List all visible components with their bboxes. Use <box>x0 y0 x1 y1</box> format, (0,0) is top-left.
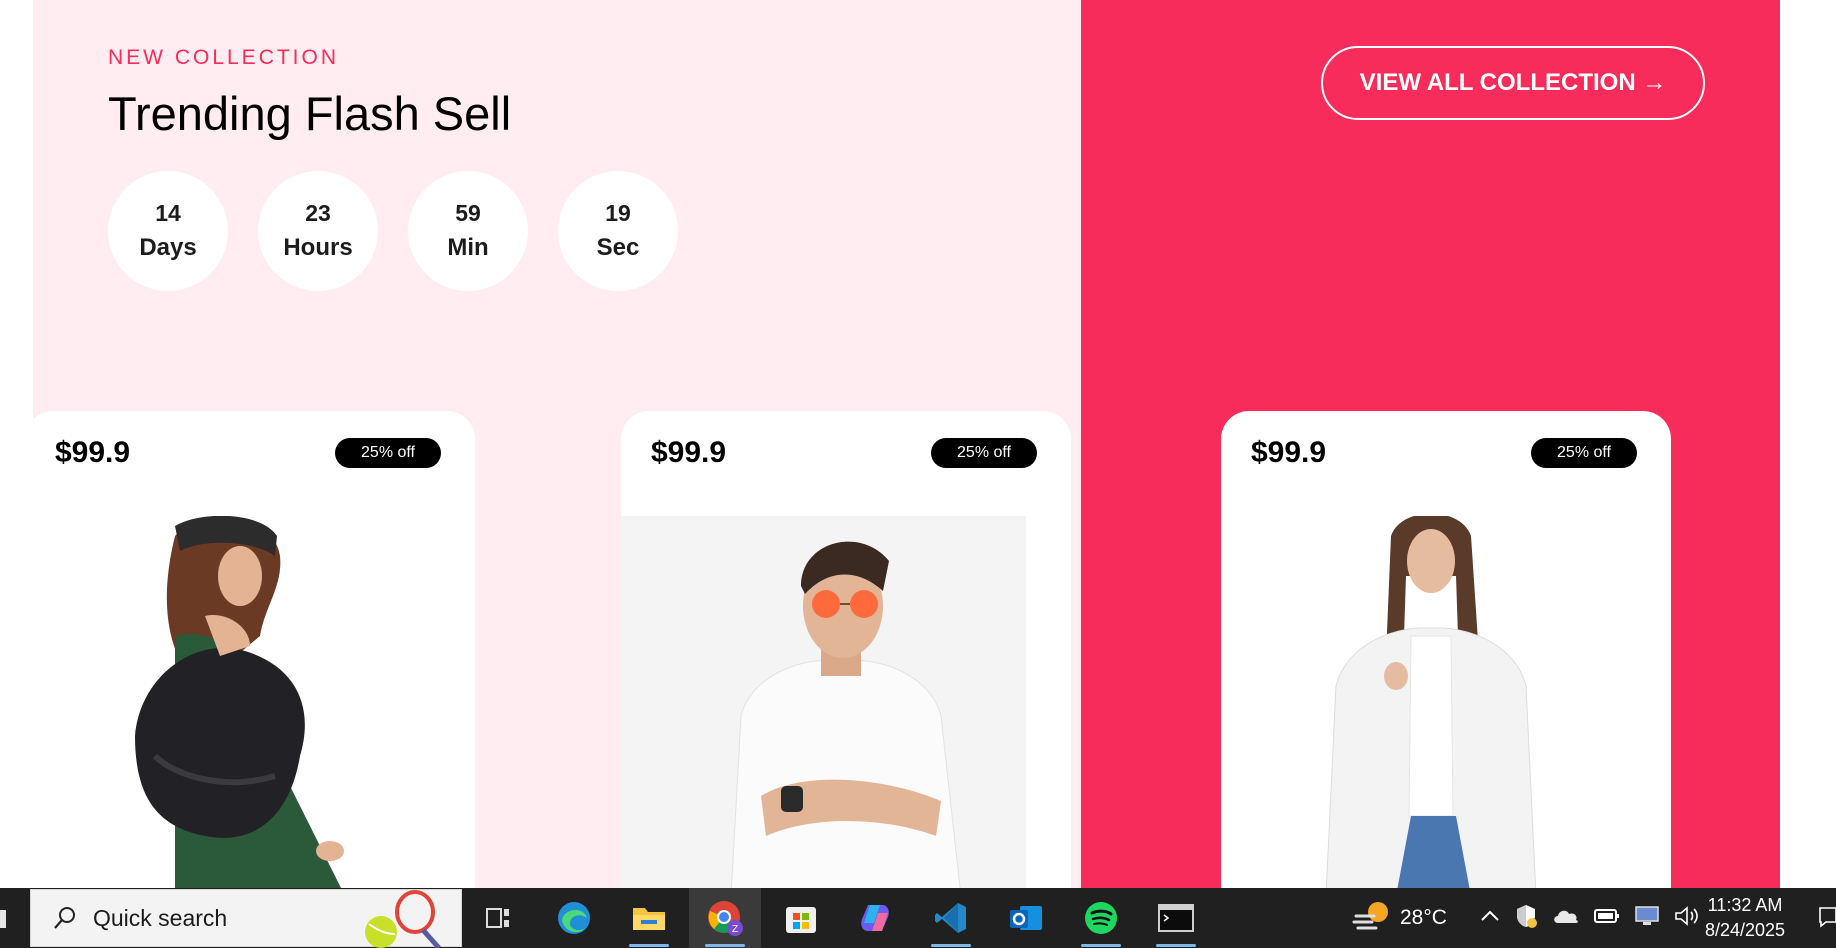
running-indicator <box>705 944 745 947</box>
windows-taskbar: Quick search Z 28°C 11:32 AM 8/24/2025 <box>0 888 1836 948</box>
countdown-unit: Days <box>139 233 197 261</box>
countdown-minutes: 59 Min <box>408 171 528 291</box>
section-title: Trending Flash Sell <box>108 87 512 140</box>
running-indicator <box>1156 944 1196 947</box>
discount-badge: 25% off <box>335 438 441 468</box>
edge-icon[interactable] <box>538 888 610 948</box>
taskbar-clock[interactable]: 11:32 AM 8/24/2025 <box>1690 893 1800 943</box>
countdown-days: 14 Days <box>108 171 228 291</box>
countdown-unit: Sec <box>596 233 640 261</box>
running-indicator <box>1081 944 1121 947</box>
weather-icon <box>1352 898 1392 939</box>
countdown-value: 19 <box>605 200 631 227</box>
product-price: $99.9 <box>1251 436 1327 469</box>
countdown-timer: 14 Days 23 Hours 59 Min 19 Sec <box>108 171 678 291</box>
vscode-icon[interactable] <box>915 888 987 948</box>
terminal-icon[interactable] <box>1140 888 1212 948</box>
security-shield-icon[interactable] <box>1514 903 1538 934</box>
copilot-icon[interactable] <box>840 888 912 948</box>
outlook-icon[interactable] <box>990 888 1062 948</box>
start-button[interactable] <box>0 910 6 928</box>
view-all-collection-button[interactable]: VIEW ALL COLLECTION → <box>1321 46 1705 120</box>
taskbar-search-box[interactable]: Quick search <box>30 889 462 948</box>
discount-badge: 25% off <box>1531 438 1637 468</box>
onedrive-icon[interactable] <box>1552 907 1580 930</box>
countdown-value: 23 <box>305 200 331 227</box>
product-price: $99.9 <box>55 436 131 469</box>
product-image[interactable] <box>621 516 1071 896</box>
section-eyebrow: NEW COLLECTION <box>108 46 340 69</box>
weather-temperature: 28°C <box>1400 906 1447 929</box>
clock-date: 8/24/2025 <box>1704 920 1786 940</box>
file-explorer-icon[interactable] <box>613 888 685 948</box>
countdown-value: 59 <box>455 200 481 227</box>
tennis-icon <box>359 890 449 948</box>
countdown-unit: Hours <box>283 233 353 261</box>
chevron-up-icon[interactable] <box>1480 909 1500 928</box>
microsoft-store-icon[interactable] <box>765 888 837 948</box>
page: NEW COLLECTION Trending Flash Sell 14 Da… <box>0 0 1836 948</box>
running-indicator <box>629 944 669 947</box>
discount-badge: 25% off <box>931 438 1037 468</box>
product-card[interactable]: $99.9 25% off <box>1221 411 1671 931</box>
system-tray <box>1480 888 1700 948</box>
countdown-hours: 23 Hours <box>258 171 378 291</box>
svg-text:Z: Z <box>732 924 738 935</box>
product-card[interactable]: $99.9 25% off <box>25 411 475 931</box>
product-card[interactable]: $99.9 25% off <box>621 411 1071 931</box>
spotify-icon[interactable] <box>1065 888 1137 948</box>
product-price: $99.9 <box>651 436 727 469</box>
weather-widget[interactable]: 28°C <box>1352 888 1447 948</box>
notification-icon[interactable] <box>1818 904 1836 930</box>
task-view-icon[interactable] <box>462 888 534 948</box>
network-icon[interactable] <box>1634 905 1660 932</box>
battery-icon[interactable] <box>1594 908 1620 929</box>
clock-time: 11:32 AM <box>1707 895 1783 915</box>
running-indicator <box>931 944 971 947</box>
product-image[interactable] <box>25 516 475 896</box>
search-icon <box>51 904 79 932</box>
search-placeholder: Quick search <box>93 904 228 931</box>
countdown-value: 14 <box>155 200 181 227</box>
countdown-unit: Min <box>447 233 489 261</box>
countdown-seconds: 19 Sec <box>558 171 678 291</box>
chrome-icon[interactable]: Z <box>689 888 761 948</box>
product-image[interactable] <box>1221 516 1671 896</box>
